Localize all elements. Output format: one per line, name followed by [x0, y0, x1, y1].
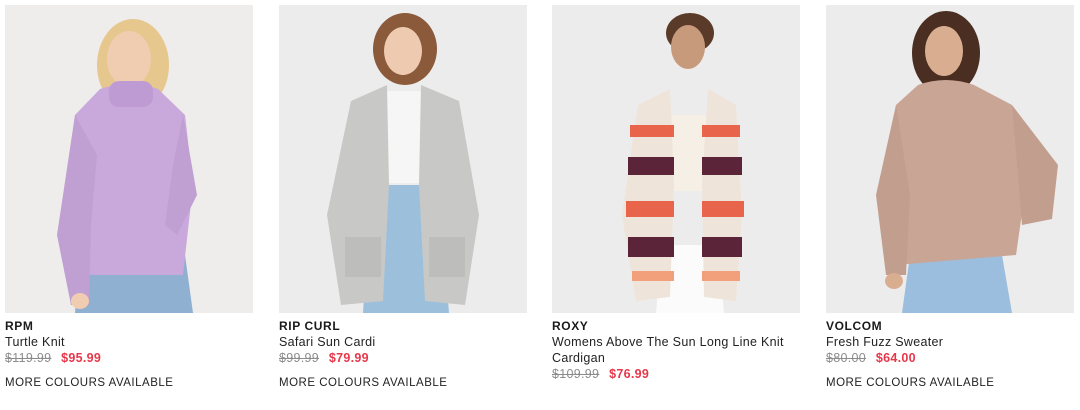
- original-price: $109.99: [552, 367, 600, 381]
- original-price: $119.99: [5, 351, 52, 365]
- product-image[interactable]: [279, 5, 527, 313]
- original-price: $99.99: [279, 351, 320, 365]
- more-colours-note: MORE COLOURS AVAILABLE: [5, 377, 174, 389]
- product-brand[interactable]: RPM: [5, 319, 253, 334]
- product-price: $99.99 $79.99: [279, 350, 527, 366]
- original-price: $80.00: [826, 351, 867, 365]
- product-price: $119.99 $95.99: [5, 350, 253, 366]
- product-price: $80.00 $64.00: [826, 350, 1074, 366]
- product-name[interactable]: Fresh Fuzz Sweater: [826, 334, 1074, 350]
- more-colours-note: MORE COLOURS AVAILABLE: [826, 377, 995, 389]
- product-photo-illustration: [826, 5, 1074, 313]
- product-photo-illustration: [279, 5, 527, 313]
- sale-price: $76.99: [609, 367, 650, 381]
- product-brand[interactable]: VOLCOM: [826, 319, 1074, 334]
- product-card[interactable]: RPM Turtle Knit $119.99 $95.99 MORE COLO…: [5, 5, 253, 390]
- sale-price: $64.00: [875, 351, 916, 365]
- product-card[interactable]: VOLCOM Fresh Fuzz Sweater $80.00 $64.00 …: [826, 5, 1074, 390]
- product-photo-illustration: [5, 5, 253, 313]
- product-card[interactable]: ROXY Womens Above The Sun Long Line Knit…: [552, 5, 800, 382]
- more-colours-note: MORE COLOURS AVAILABLE: [279, 377, 448, 389]
- sale-price: $79.99: [328, 351, 369, 365]
- product-image[interactable]: [826, 5, 1074, 313]
- product-grid: RPM Turtle Knit $119.99 $95.99 MORE COLO…: [0, 0, 1080, 410]
- product-image[interactable]: [552, 5, 800, 313]
- sale-price: $95.99: [61, 351, 102, 365]
- product-brand[interactable]: RIP CURL: [279, 319, 527, 334]
- product-name[interactable]: Safari Sun Cardi: [279, 334, 527, 350]
- product-card[interactable]: RIP CURL Safari Sun Cardi $99.99 $79.99 …: [279, 5, 527, 390]
- product-price: $109.99 $76.99: [552, 366, 800, 382]
- product-brand[interactable]: ROXY: [552, 319, 800, 334]
- product-name[interactable]: Turtle Knit: [5, 334, 253, 350]
- product-photo-illustration: [552, 5, 800, 313]
- product-name[interactable]: Womens Above The Sun Long Line Knit Card…: [552, 334, 800, 366]
- product-image[interactable]: [5, 5, 253, 313]
